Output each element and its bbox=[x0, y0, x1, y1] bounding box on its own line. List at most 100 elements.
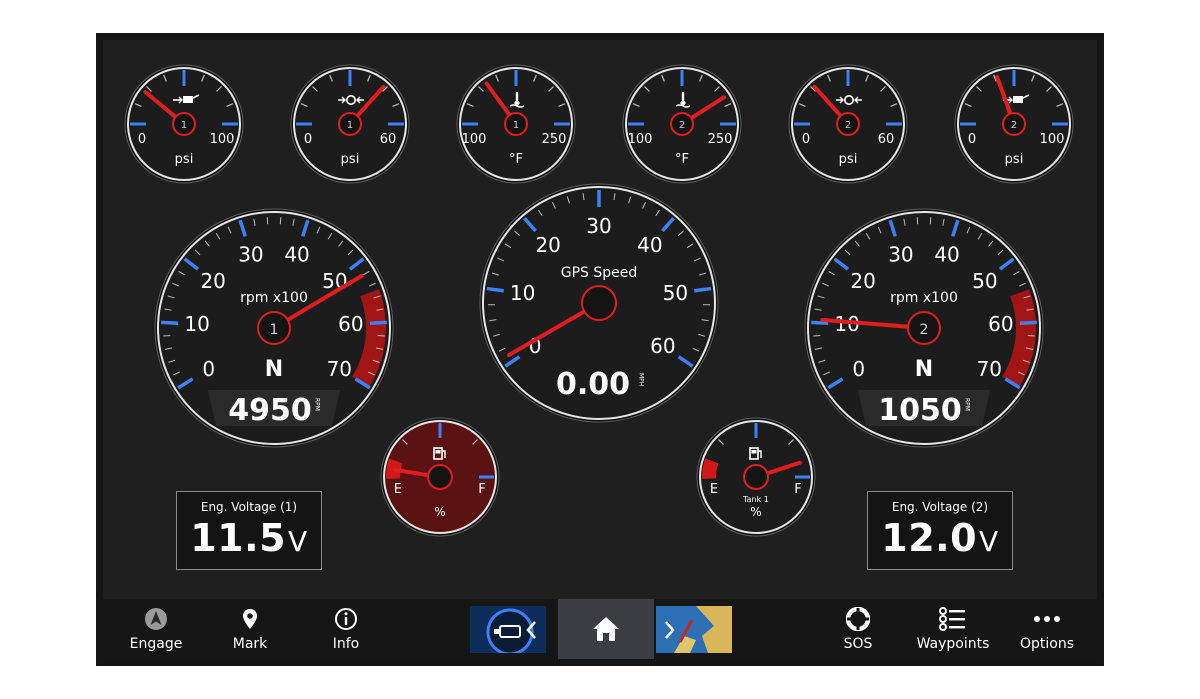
fuel-gauge-1-empty-label: E bbox=[394, 482, 402, 497]
gauge-oil-pressure-2-min-label: 0 bbox=[968, 132, 976, 147]
gauge-coolant-temp-1-unit-label: °F bbox=[509, 152, 523, 167]
speedometer-tick-label: 20 bbox=[535, 233, 560, 257]
waypoints-label: Waypoints bbox=[916, 636, 990, 652]
tachometer-1-tick-label: 60 bbox=[338, 312, 363, 336]
voltage-value-2: 12.0 bbox=[881, 516, 978, 560]
waypoints-list-icon bbox=[939, 607, 965, 631]
fuel-gauge-2-fuel-pump-icon-window bbox=[751, 450, 757, 454]
tachometer-2-engine-number: 2 bbox=[919, 322, 928, 338]
tachometer-1-minor-tick bbox=[377, 334, 385, 337]
info-button[interactable]: Info bbox=[301, 599, 391, 659]
tachometer-1-tick-label: 10 bbox=[184, 312, 209, 336]
speedometer-major-tick bbox=[693, 286, 712, 293]
speedometer-hub bbox=[581, 285, 617, 321]
gauge-trans-pressure-1-min-label: 0 bbox=[304, 132, 312, 147]
speedometer-label: GPS Speed bbox=[561, 265, 638, 281]
fuel-gauge-2-hub bbox=[743, 464, 769, 490]
voltage-box-2[interactable]: Eng. Voltage (2) 12.0V bbox=[867, 491, 1013, 570]
fuel-gauge-2: E F%Tank 1 bbox=[696, 417, 816, 537]
info-icon bbox=[335, 608, 357, 630]
tachometer-1-engine-number: 1 bbox=[269, 322, 278, 338]
speedometer-tick-label: 10 bbox=[510, 281, 535, 305]
gauge-oil-pressure-2: 0 100 psi 2 bbox=[954, 64, 1074, 184]
speedometer-readout: 0.00 bbox=[556, 367, 630, 402]
mark-button[interactable]: Mark bbox=[205, 599, 295, 659]
gauge-coolant-temp-1-max-label: 250 bbox=[542, 132, 567, 147]
gauge-oil-pressure-2-unit-label: psi bbox=[1005, 152, 1024, 167]
more-options-icon bbox=[1034, 616, 1060, 622]
tachometer-1-gear: N bbox=[265, 357, 283, 382]
tachometer-2-tick-label: 70 bbox=[977, 357, 1002, 381]
autopilot-icon bbox=[145, 608, 167, 630]
speedometer-tick-label: 50 bbox=[663, 281, 688, 305]
voltage-label-2: Eng. Voltage (2) bbox=[891, 500, 989, 514]
gauge-trans-pressure-1-engine-number: 1 bbox=[347, 120, 353, 131]
speedometer: 0102030405060GPS Speed0.00 MPH bbox=[479, 183, 719, 423]
options-label: Options bbox=[1019, 636, 1075, 652]
voltage-box-1[interactable]: Eng. Voltage (1) 11.5V bbox=[176, 491, 322, 570]
tachometer-1-minor-tick bbox=[163, 334, 171, 337]
tachometer-1-major-tick bbox=[369, 320, 387, 325]
tachometer-1-tick-label: 50 bbox=[322, 269, 347, 293]
fuel-gauge-1-fuel-pump-icon-window bbox=[435, 450, 441, 454]
fuel-gauge-1: E F% bbox=[380, 417, 500, 537]
map-pin-icon bbox=[243, 609, 257, 629]
gauge-trans-pressure-1-max-label: 60 bbox=[380, 132, 397, 147]
tachometer-1-tick-label: 0 bbox=[202, 357, 215, 381]
engage-button[interactable]: Engage bbox=[111, 599, 201, 659]
sos-label: SOS bbox=[843, 636, 873, 652]
gauge-trans-pressure-2-unit-label: psi bbox=[839, 152, 858, 167]
fuel-gauge-2-unit-label: % bbox=[750, 505, 761, 519]
fuel-gauge-2-tank-label: Tank 1 bbox=[742, 495, 769, 504]
gauge-oil-pressure-1-max-label: 100 bbox=[210, 132, 235, 147]
fuel-gauge-2-empty-label: E bbox=[710, 482, 718, 497]
chart-page-thumbnail[interactable] bbox=[656, 606, 732, 653]
voltage-value-1: 11.5 bbox=[190, 516, 287, 560]
gauge-oil-pressure-1-engine-number: 1 bbox=[181, 120, 187, 131]
sos-button[interactable]: SOS bbox=[813, 599, 903, 659]
voltage-unit-2: V bbox=[979, 525, 999, 558]
tachometer-1-readout-unit: RPM bbox=[314, 398, 321, 411]
tachometer-1-tick-label: 70 bbox=[327, 357, 352, 381]
life-ring-icon bbox=[846, 607, 870, 631]
engine-page-thumbnail[interactable] bbox=[470, 606, 546, 653]
gauge-coolant-temp-2-unit-label: °F bbox=[675, 152, 689, 167]
gauge-oil-pressure-1: 0 100 psi 1 bbox=[124, 64, 244, 184]
gauge-coolant-temp-1: 100 250 °F 1 bbox=[456, 64, 576, 184]
home-button[interactable] bbox=[558, 599, 654, 659]
gauge-trans-pressure-2-engine-number: 2 bbox=[845, 120, 851, 131]
gauge-trans-pressure-1-unit-label: psi bbox=[341, 152, 360, 167]
tachometer-1-tick-label: 20 bbox=[200, 269, 225, 293]
fuel-gauge-1-full-label: F bbox=[478, 482, 485, 497]
gauge-coolant-temp-2-engine-number: 2 bbox=[679, 120, 685, 131]
gauges-screen: 0 100 psi 1 0 60 psi 1 100 250 °F 1 100 250 °F 2 0 60 psi 2… bbox=[96, 33, 1104, 666]
speedometer-tick-label: 60 bbox=[650, 334, 675, 358]
gauge-oil-pressure-1-icon-can bbox=[183, 96, 193, 103]
tachometer-1-tick-label: 30 bbox=[238, 243, 263, 267]
tachometer-2-unit-label: rpm x100 bbox=[890, 290, 958, 306]
bottom-bar: Engage Mark Info SOS Waypoints Options bbox=[103, 599, 1097, 659]
tachometer-1-unit-label: rpm x100 bbox=[240, 290, 308, 306]
gauge-trans-pressure-2: 0 60 psi 2 bbox=[788, 64, 908, 184]
gauge-trans-pressure-2-max-label: 60 bbox=[878, 132, 895, 147]
gauge-trans-pressure-2-min-label: 0 bbox=[802, 132, 810, 147]
gauge-coolant-temp-2: 100 250 °F 2 bbox=[622, 64, 742, 184]
tachometer-2-minor-tick bbox=[1027, 334, 1035, 337]
waypoints-button[interactable]: Waypoints bbox=[908, 599, 998, 659]
gauge-coolant-temp-1-min-label: 100 bbox=[462, 132, 487, 147]
tachometer-2-tick-label: 20 bbox=[850, 269, 875, 293]
engage-label: Engage bbox=[129, 636, 183, 652]
speedometer-readout-unit: MPH bbox=[638, 373, 645, 386]
tachometer-2-gear: N bbox=[915, 357, 933, 382]
tachometer-2-tick-label: 40 bbox=[934, 243, 959, 267]
tachometer-2-readout-unit: RPM bbox=[964, 398, 971, 411]
nautical-chart-thumbnail-icon bbox=[656, 606, 732, 653]
info-label: Info bbox=[332, 636, 360, 652]
speedometer-major-tick bbox=[486, 286, 505, 293]
gauge-oil-pressure-1-unit-label: psi bbox=[175, 152, 194, 167]
gauge-oil-pressure-1-min-label: 0 bbox=[138, 132, 146, 147]
gauge-oil-pressure-2-icon-can bbox=[1013, 96, 1023, 103]
options-button[interactable]: Options bbox=[1002, 599, 1092, 659]
voltage-unit-1: V bbox=[288, 525, 308, 558]
fuel-gauge-2-full-label: F bbox=[794, 482, 801, 497]
